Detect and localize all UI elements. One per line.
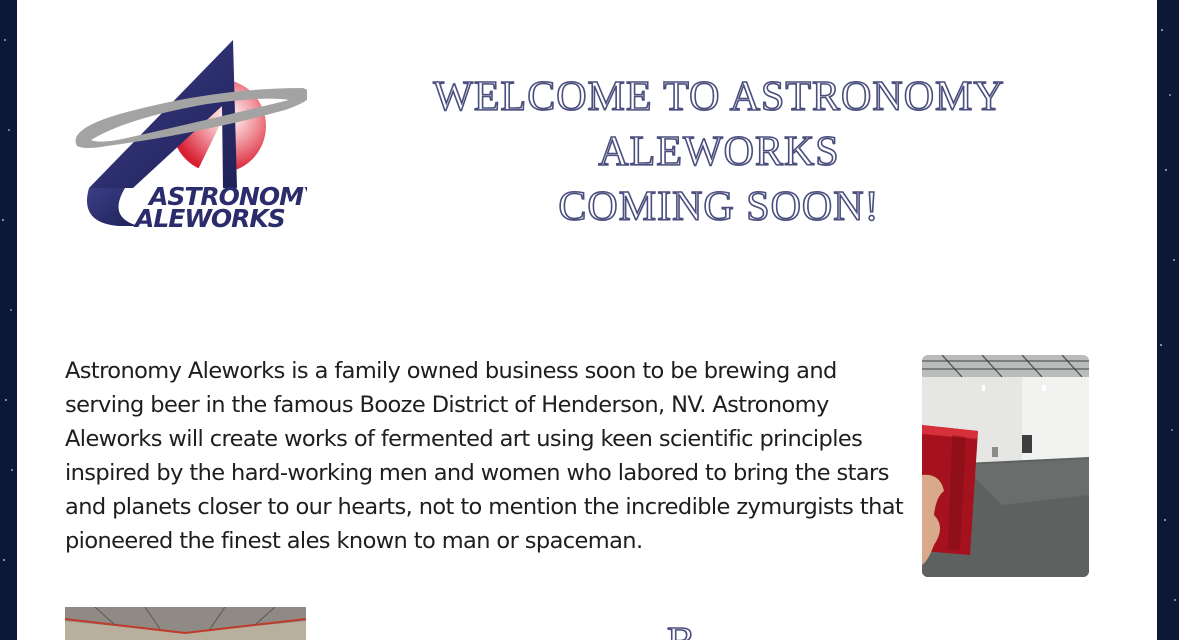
warehouse-ceiling-photo[interactable] (65, 607, 306, 640)
headline-line-1: WELCOME TO ASTRONOMY (432, 73, 1005, 121)
next-section-heading: B (666, 621, 696, 640)
headline-line-3: COMING SOON! (558, 183, 880, 231)
intro-paragraph: Astronomy Aleworks is a family owned bus… (65, 358, 904, 554)
red-cup-photo-image (922, 355, 1089, 577)
astronomy-aleworks-logo-icon: ASTRONOMY ALEWORKS (75, 40, 325, 233)
red-cup-warehouse-photo[interactable] (922, 355, 1089, 577)
logo-word-aleworks: ALEWORKS (133, 204, 285, 230)
page-headline: WELCOME TO ASTRONOMY ALEWORKS COMING SOO… (379, 70, 1059, 235)
warehouse-ceiling-image (65, 607, 306, 640)
headline-line-2: ALEWORKS (598, 128, 840, 176)
page-container: ASTRONOMY ALEWORKS WELCOME TO ASTRONOMY … (17, 0, 1157, 640)
site-logo[interactable]: ASTRONOMY ALEWORKS (67, 38, 325, 233)
